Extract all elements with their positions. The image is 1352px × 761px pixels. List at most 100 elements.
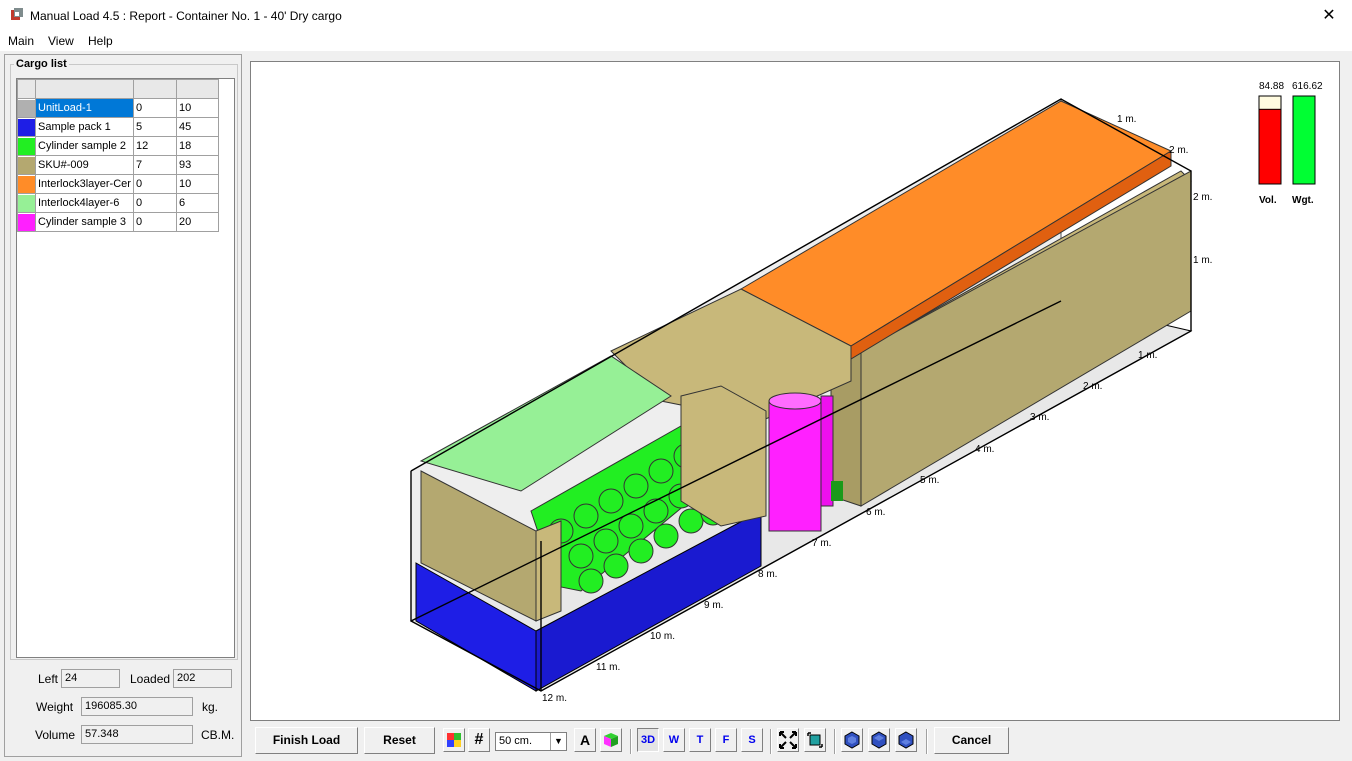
table-row[interactable]: Interlock4layer-6 0 6 — [17, 193, 219, 213]
cargo-name[interactable]: Interlock4layer-6 — [35, 193, 134, 213]
scale-select-value: 50 cm. — [499, 735, 533, 747]
green-pallet — [831, 481, 843, 501]
app-icon — [11, 8, 23, 20]
container-3d-view[interactable]: 1 m. 2 m. 2 m. 1 m. 1 m. 2 m. 3 m. 4 m. … — [250, 61, 1340, 721]
scale-label-bottom: 1 m. — [1138, 350, 1157, 361]
color-swatch — [17, 193, 36, 213]
color-swatch — [17, 98, 36, 118]
table-row[interactable]: Cylinder sample 3 0 20 — [17, 212, 219, 232]
cargo-name[interactable]: Interlock3layer-Cer — [35, 174, 134, 194]
palette-icon — [447, 733, 461, 747]
cargo-count-loaded[interactable]: 45 — [176, 117, 219, 137]
cargo-count-loaded[interactable]: 10 — [176, 174, 219, 194]
menu-main[interactable]: Main — [8, 34, 34, 48]
close-button[interactable]: ✕ — [1306, 0, 1352, 31]
cargo-count-loaded[interactable]: 6 — [176, 193, 219, 213]
window-title: Manual Load 4.5 : Report - Container No.… — [30, 9, 342, 23]
grid-header-cell[interactable] — [176, 79, 219, 99]
vol-gauge-label: Vol. — [1259, 195, 1277, 206]
wgt-gauge-value: 616.62 — [1292, 81, 1323, 92]
left-value-field: 24 — [61, 669, 120, 688]
swatch-fill — [18, 194, 35, 212]
toolbar-separator — [630, 729, 632, 754]
cargo-count-loaded[interactable]: 20 — [176, 212, 219, 232]
cargo-name[interactable]: Sample pack 1 — [35, 117, 134, 137]
menu-help[interactable]: Help — [88, 34, 113, 48]
view-3d-button[interactable]: 3D — [637, 728, 659, 752]
scale-label-bottom: 6 m. — [866, 507, 885, 518]
scale-label-right: 2 m. — [1193, 192, 1212, 203]
reset-button[interactable]: Reset — [364, 727, 435, 754]
cargo-name[interactable]: Cylinder sample 2 — [35, 136, 134, 156]
cargo-list-grid[interactable]: UnitLoad-1 0 10 Sample pack 1 5 45 Cylin… — [16, 78, 235, 658]
grid-header-cell[interactable] — [35, 79, 134, 99]
view-cube-top-button[interactable] — [895, 728, 917, 752]
table-row[interactable]: SKU#-009 7 93 — [17, 155, 219, 175]
scale-label-right: 1 m. — [1193, 255, 1212, 266]
color-swatch — [17, 155, 36, 175]
color-swatch — [17, 174, 36, 194]
bottom-toolbar: Finish Load Reset # 50 cm. ▼ A 3D W T F … — [250, 723, 1352, 761]
left-label: Left — [38, 672, 59, 686]
scale-label-bottom: 10 m. — [650, 631, 675, 642]
swatch-fill — [18, 99, 35, 117]
volume-label: Volume — [35, 728, 76, 742]
view-cube-side-button[interactable] — [868, 728, 890, 752]
rotate-view-button[interactable] — [804, 728, 826, 752]
cargo-name[interactable]: SKU#-009 — [35, 155, 134, 175]
scale-label-top: 1 m. — [1117, 114, 1136, 125]
table-row[interactable]: Cylinder sample 2 12 18 — [17, 136, 219, 156]
view-f-button[interactable]: F — [715, 728, 737, 752]
toolbar-separator — [834, 729, 836, 754]
scale-label-bottom: 5 m. — [920, 475, 939, 486]
cargo-count-left[interactable]: 0 — [133, 212, 177, 232]
swatch-fill — [18, 175, 35, 193]
cargo-count-loaded[interactable]: 10 — [176, 98, 219, 118]
cargo-name[interactable]: UnitLoad-1 — [35, 98, 134, 118]
blue-cube-icon — [898, 731, 914, 749]
color-cube-button[interactable] — [600, 728, 622, 752]
volume-unit: CB.M. — [201, 728, 235, 742]
cargo-count-left[interactable]: 12 — [133, 136, 177, 156]
color-palette-button[interactable] — [443, 728, 465, 752]
cargo-count-left[interactable]: 5 — [133, 117, 177, 137]
chevron-down-icon[interactable]: ▼ — [550, 733, 566, 750]
magenta-cylinder-top — [768, 392, 822, 410]
cancel-button[interactable]: Cancel — [934, 727, 1009, 754]
tan-stack-front-side — [535, 520, 562, 622]
view-s-button[interactable]: S — [741, 728, 763, 752]
toolbar-separator — [926, 729, 928, 754]
table-row[interactable]: UnitLoad-1 0 10 — [17, 98, 219, 118]
loaded-value-field: 202 — [173, 669, 232, 688]
cargo-count-left[interactable]: 0 — [133, 98, 177, 118]
menu-view[interactable]: View — [48, 34, 74, 48]
view-cube-front-button[interactable] — [841, 728, 863, 752]
cargo-count-loaded[interactable]: 18 — [176, 136, 219, 156]
grid-toggle-button[interactable]: # — [468, 728, 490, 752]
cargo-count-left[interactable]: 0 — [133, 174, 177, 194]
label-toggle-button[interactable]: A — [574, 728, 596, 752]
cargo-count-loaded[interactable]: 93 — [176, 155, 219, 175]
scale-select[interactable]: 50 cm. ▼ — [495, 732, 567, 751]
scale-label-bottom: 11 m. — [596, 662, 620, 673]
title-bar: Manual Load 4.5 : Report - Container No.… — [0, 0, 1352, 31]
fit-view-button[interactable] — [777, 728, 799, 752]
grid-header-cell[interactable] — [133, 79, 177, 99]
scale-label-bottom: 3 m. — [1030, 412, 1049, 423]
cargo-count-left[interactable]: 0 — [133, 193, 177, 213]
cargo-list-title: Cargo list — [14, 58, 69, 70]
weight-value-field: 196085.30 — [81, 697, 193, 716]
grid-header-cell — [17, 79, 36, 99]
cargo-count-left[interactable]: 7 — [133, 155, 177, 175]
container-render[interactable]: 1 m. 2 m. 2 m. 1 m. 1 m. 2 m. 3 m. 4 m. … — [251, 62, 1339, 720]
view-w-button[interactable]: W — [663, 728, 685, 752]
cargo-name[interactable]: Cylinder sample 3 — [35, 212, 134, 232]
view-t-button[interactable]: T — [689, 728, 711, 752]
table-row[interactable]: Sample pack 1 5 45 — [17, 117, 219, 137]
scale-label-bottom: 4 m. — [975, 444, 994, 455]
table-row[interactable]: Interlock3layer-Cer 0 10 — [17, 174, 219, 194]
menu-bar: Main View Help — [0, 31, 1352, 51]
wgt-gauge-fill — [1292, 95, 1316, 185]
scale-label-bottom: 12 m. — [542, 693, 567, 704]
finish-load-button[interactable]: Finish Load — [255, 727, 358, 754]
